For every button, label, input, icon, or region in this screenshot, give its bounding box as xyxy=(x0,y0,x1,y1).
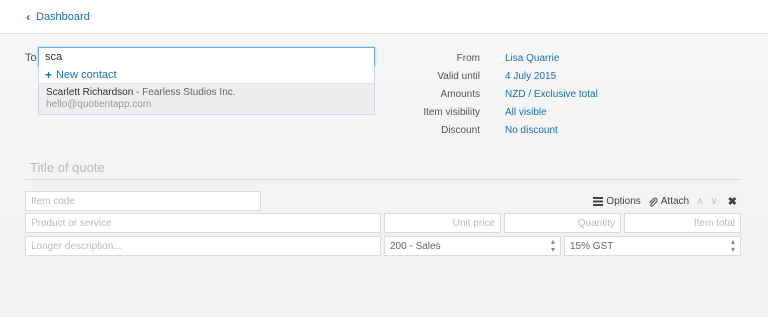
unit-price-input[interactable]: Unit price xyxy=(384,213,501,233)
amounts-value[interactable]: NZD / Exclusive total xyxy=(505,89,598,100)
item-visibility-label: Item visibility xyxy=(423,107,480,118)
discount-value[interactable]: No discount xyxy=(505,125,558,136)
from-row: From Lisa Quarrie xyxy=(380,53,640,71)
new-contact-option[interactable]: + New contact xyxy=(39,66,374,84)
item-total-input[interactable]: Item total xyxy=(624,213,741,233)
move-up-icon[interactable]: ∧ xyxy=(696,196,703,207)
attach-label: Attach xyxy=(660,196,690,207)
contact-autocomplete-dropdown: + New contact Scarlett Richardson - Fear… xyxy=(38,66,375,115)
attach-button[interactable]: Attach xyxy=(648,196,689,207)
quantity-input[interactable]: Quantity xyxy=(504,213,621,233)
valid-until-value[interactable]: 4 July 2015 xyxy=(505,71,556,82)
product-service-input[interactable]: Product or service xyxy=(25,213,381,233)
tax-select[interactable]: 15% GST ▴ ▾ xyxy=(564,236,741,256)
to-label: To xyxy=(25,52,37,64)
suggestion-company: Fearless Studios Inc. xyxy=(142,87,236,98)
from-label: From xyxy=(456,53,480,64)
close-icon[interactable]: ✖ xyxy=(728,195,737,208)
top-bar: ‹ Dashboard xyxy=(0,0,768,34)
from-value[interactable]: Lisa Quarrie xyxy=(505,53,559,64)
suggestion-name-line: Scarlett Richardson - Fearless Studios I… xyxy=(46,87,367,98)
item-code-input[interactable]: Item code xyxy=(25,191,261,211)
item-visibility-row: Item visibility All visible xyxy=(380,107,640,125)
discount-label: Discount xyxy=(441,125,480,136)
plus-icon: + xyxy=(45,67,53,82)
back-to-dashboard-link[interactable]: ‹ Dashboard xyxy=(26,11,90,23)
amounts-label: Amounts xyxy=(440,89,480,100)
account-select[interactable]: 200 - Sales ▴ ▾ xyxy=(384,236,561,256)
valid-until-row: Valid until 4 July 2015 xyxy=(380,71,640,89)
tax-select-value: 15% GST xyxy=(570,240,614,252)
select-arrows-icon: ▴ ▾ xyxy=(550,237,555,254)
move-down-icon[interactable]: ∨ xyxy=(710,196,717,207)
suggestion-email: hello@quotientapp.com xyxy=(46,99,152,110)
recipient-input[interactable] xyxy=(38,47,375,67)
options-button[interactable]: Options xyxy=(593,196,641,207)
list-icon xyxy=(593,197,604,206)
discount-row: Discount No discount xyxy=(380,125,640,143)
select-arrows-icon: ▴ ▾ xyxy=(730,237,735,254)
quote-title-input[interactable]: Title of quote xyxy=(25,160,740,180)
contact-suggestion[interactable]: Scarlett Richardson - Fearless Studios I… xyxy=(39,84,374,114)
quote-settings: From Lisa Quarrie Valid until 4 July 201… xyxy=(380,53,640,143)
description-input[interactable]: Longer description... xyxy=(25,236,381,256)
suggestion-separator: - xyxy=(133,87,143,98)
paperclip-icon xyxy=(649,197,658,207)
new-contact-label: New contact xyxy=(56,68,117,81)
item-toolbar: Options Attach ∧ ∨ ✖ xyxy=(593,195,737,208)
options-label: Options xyxy=(606,196,641,207)
account-select-value: 200 - Sales xyxy=(390,240,441,252)
amounts-row: Amounts NZD / Exclusive total xyxy=(380,89,640,107)
back-link-label: Dashboard xyxy=(36,11,90,23)
chevron-left-icon: ‹ xyxy=(26,10,30,24)
suggestion-name: Scarlett Richardson xyxy=(46,87,134,98)
valid-until-label: Valid until xyxy=(437,71,480,82)
item-visibility-value[interactable]: All visible xyxy=(505,107,547,118)
